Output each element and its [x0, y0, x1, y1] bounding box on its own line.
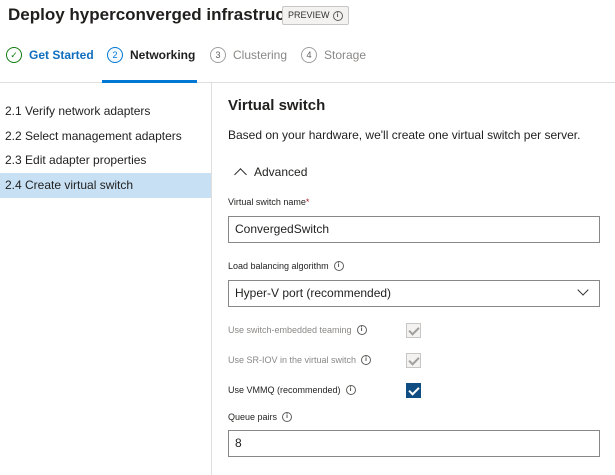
preview-badge[interactable]: PREVIEW i: [282, 6, 349, 25]
switch-embedded-teaming-label: Use switch-embedded teaming i: [228, 325, 367, 335]
wizard-stepper: ✓ Get Started 2 Networking 3 Clustering …: [0, 37, 615, 83]
step-networking[interactable]: 2 Networking: [107, 47, 195, 63]
advanced-toggle[interactable]: Advanced: [234, 165, 308, 181]
preview-badge-label: PREVIEW: [288, 10, 330, 20]
checkmark-icon: [407, 383, 420, 396]
sidebar-item-verify-network-adapters[interactable]: 2.1 Verify network adapters: [0, 99, 211, 124]
info-icon: i: [332, 10, 343, 21]
info-icon[interactable]: i: [282, 412, 293, 422]
check-circle-icon: ✓: [6, 47, 22, 63]
main-content: Virtual switch Based on your hardware, w…: [212, 83, 615, 475]
page-title: Deploy hyperconverged infrastructure: [8, 5, 317, 24]
section-title: Virtual switch: [228, 97, 326, 114]
info-icon[interactable]: i: [333, 261, 344, 271]
switch-embedded-teaming-text: Use switch-embedded teaming: [228, 325, 352, 335]
step-number-icon: 2: [107, 47, 123, 63]
vmmq-text: Use VMMQ (recommended): [228, 385, 341, 395]
load-balancing-label-text: Load balancing algorithm: [228, 261, 329, 271]
vmmq-checkbox[interactable]: [406, 383, 421, 398]
sidebar-item-edit-adapter-properties[interactable]: 2.3 Edit adapter properties: [0, 148, 211, 173]
step-clustering[interactable]: 3 Clustering: [210, 47, 287, 63]
info-icon[interactable]: i: [356, 325, 367, 335]
header-bar: Deploy hyperconverged infrastructure PRE…: [0, 0, 615, 34]
sidebar-item-create-virtual-switch[interactable]: 2.4 Create virtual switch: [0, 173, 211, 198]
sr-iov-text: Use SR-IOV in the virtual switch: [228, 355, 357, 365]
section-description: Based on your hardware, we'll create one…: [228, 128, 581, 142]
switch-name-input[interactable]: ConvergedSwitch: [228, 216, 600, 243]
checkmark-icon: [407, 353, 420, 366]
step-label: Networking: [130, 48, 196, 62]
step-storage[interactable]: 4 Storage: [301, 47, 366, 63]
step-get-started[interactable]: ✓ Get Started: [6, 47, 94, 63]
checkmark-icon: [407, 323, 420, 336]
switch-name-label-text: Virtual switch name: [228, 197, 306, 207]
info-icon[interactable]: i: [345, 385, 356, 395]
switch-name-label: Virtual switch name *: [228, 197, 309, 207]
sr-iov-checkbox[interactable]: [406, 353, 421, 368]
advanced-label: Advanced: [254, 165, 308, 179]
load-balancing-value: Hyper-V port (recommended): [235, 286, 392, 300]
step-number-icon: 3: [210, 47, 226, 63]
chevron-down-icon: [577, 284, 589, 296]
switch-embedded-teaming-checkbox[interactable]: [406, 323, 421, 338]
queue-pairs-input[interactable]: 8: [228, 430, 600, 457]
load-balancing-dropdown[interactable]: Hyper-V port (recommended): [228, 280, 600, 307]
load-balancing-label: Load balancing algorithm i: [228, 261, 344, 271]
vmmq-label: Use VMMQ (recommended) i: [228, 385, 356, 395]
step-number-icon: 4: [301, 47, 317, 63]
queue-pairs-label-text: Queue pairs: [228, 412, 278, 422]
sr-iov-label: Use SR-IOV in the virtual switch i: [228, 355, 372, 365]
info-icon[interactable]: i: [361, 355, 372, 365]
required-marker: *: [305, 197, 310, 207]
step-label: Clustering: [233, 48, 288, 62]
step-label: Storage: [324, 48, 367, 62]
sidebar: 2.1 Verify network adapters 2.2 Select m…: [0, 83, 212, 475]
queue-pairs-label: Queue pairs i: [228, 412, 293, 422]
step-label: Get Started: [29, 48, 94, 62]
sidebar-item-select-management-adapters[interactable]: 2.2 Select management adapters: [0, 124, 211, 149]
chevron-up-icon: [234, 168, 247, 181]
